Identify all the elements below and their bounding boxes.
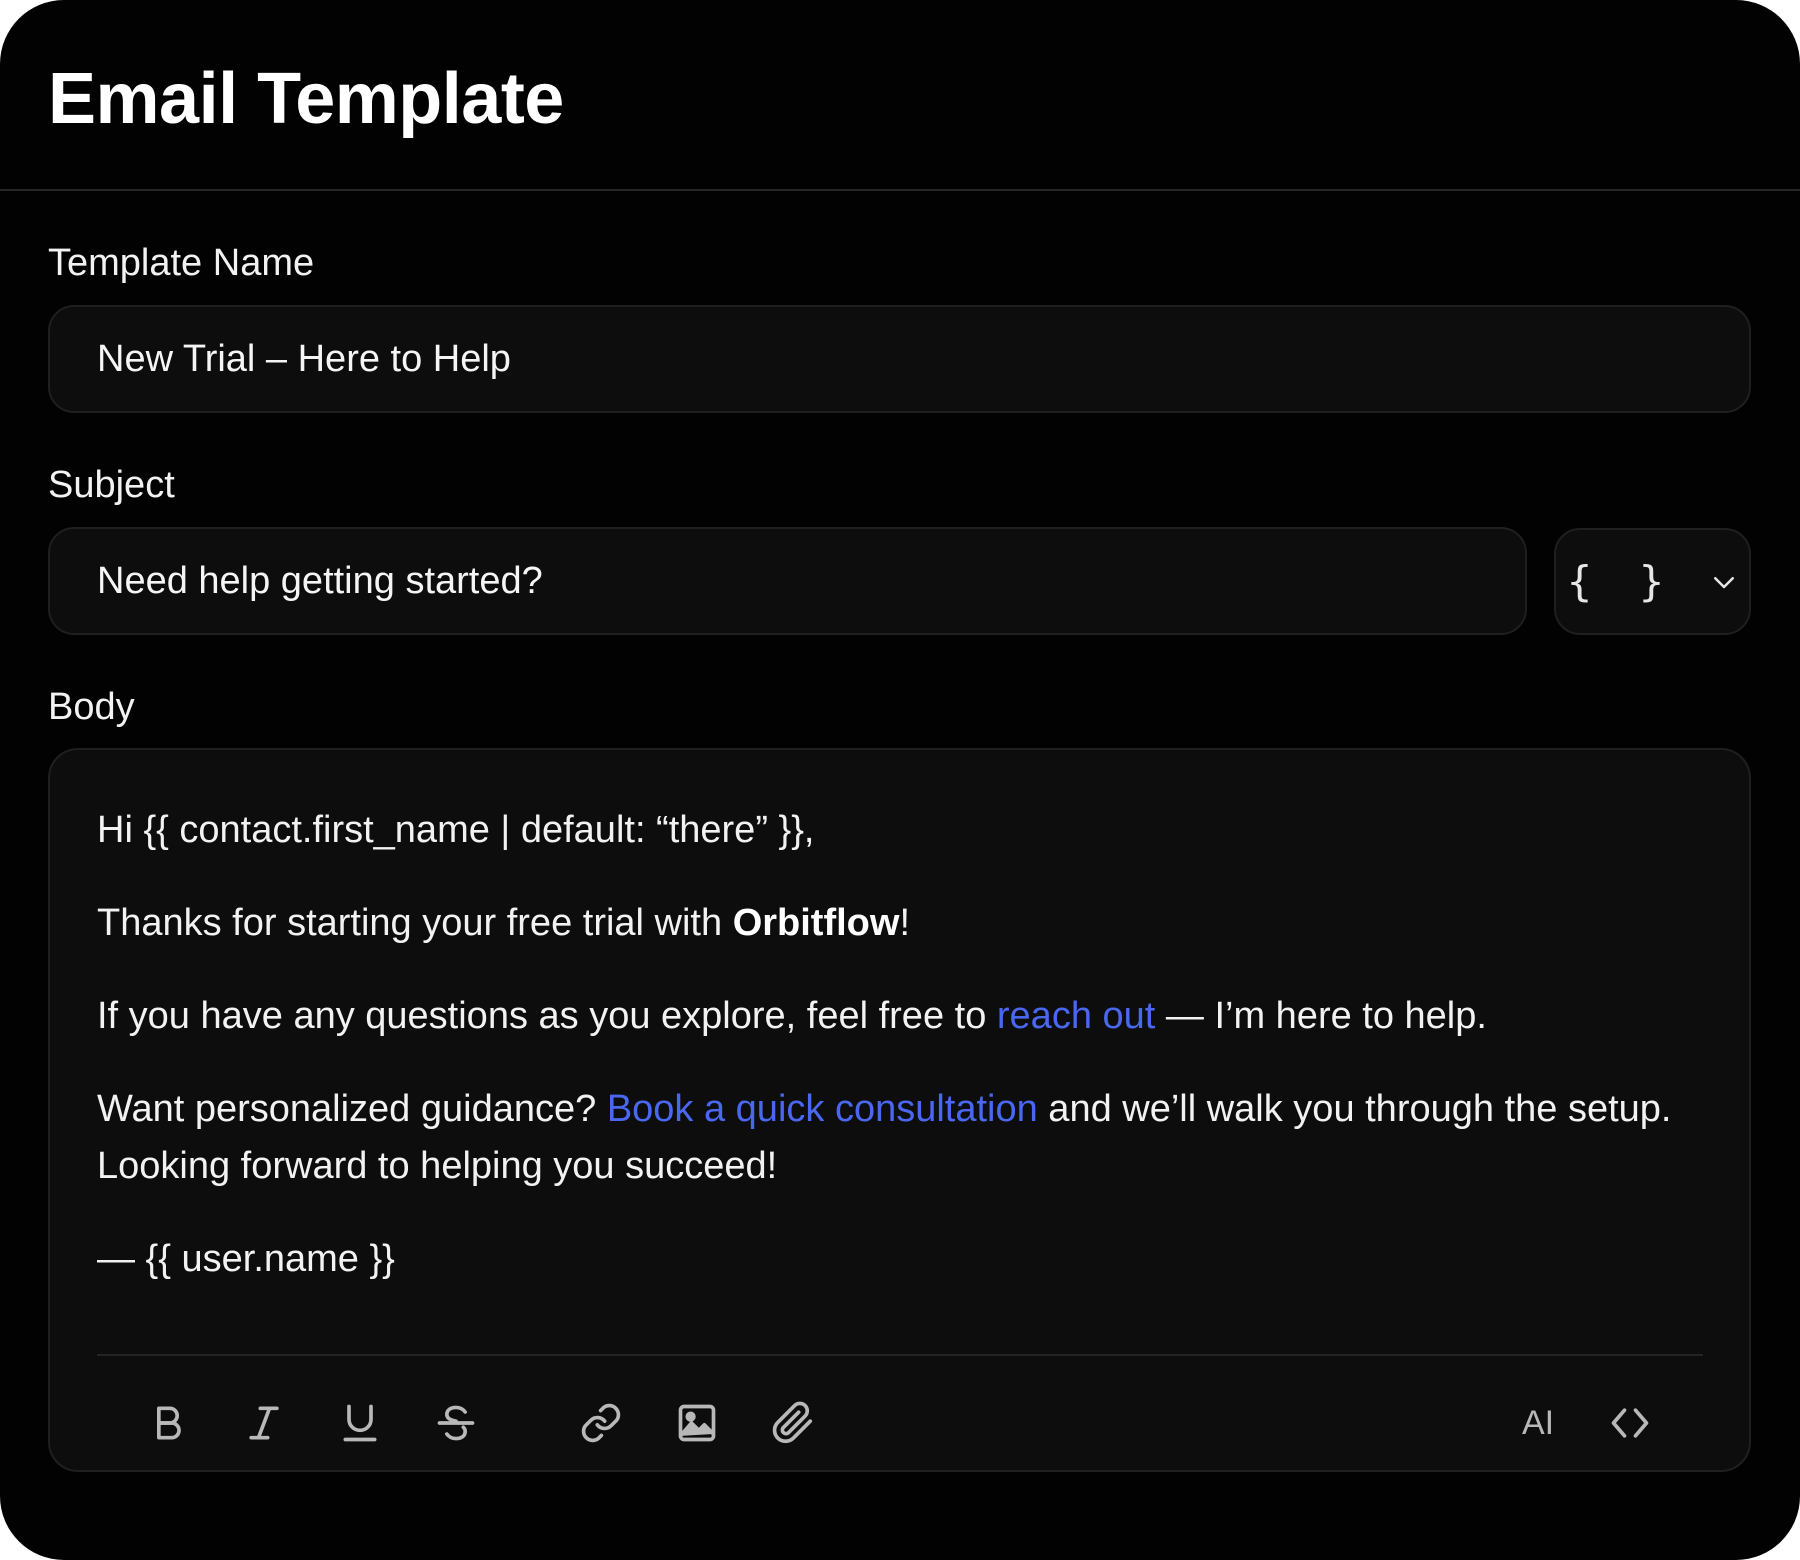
panel-header: Email Template — [0, 0, 1800, 191]
template-name-input[interactable]: New Trial – Here to Help — [48, 305, 1751, 413]
email-template-panel: Email Template Template Name New Trial –… — [0, 0, 1800, 1560]
link-icon — [581, 1403, 621, 1443]
subject-input[interactable]: Need help getting started? — [48, 527, 1527, 635]
italic-button[interactable] — [229, 1388, 299, 1458]
insert-link-button[interactable] — [566, 1388, 636, 1458]
ai-assist-button[interactable]: AI — [1503, 1388, 1573, 1458]
strikethrough-icon — [437, 1405, 475, 1441]
body-label: Body — [48, 686, 135, 728]
underline-button[interactable] — [325, 1388, 395, 1458]
chevron-down-icon — [1713, 576, 1734, 588]
body-content[interactable]: Hi {{ contact.first_name | default: “the… — [97, 802, 1709, 1288]
p1-end: ! — [899, 902, 911, 944]
insert-image-button[interactable] — [662, 1388, 732, 1458]
page-title: Email Template — [48, 59, 564, 139]
toolbar-divider — [97, 1354, 1703, 1356]
p2-text: If you have any questions as you explore… — [97, 995, 997, 1037]
code-icon — [1611, 1408, 1649, 1438]
subject-value: Need help getting started? — [97, 559, 543, 602]
brand-name: Orbitflow — [732, 902, 900, 944]
underline-icon — [343, 1404, 377, 1442]
bold-button[interactable] — [133, 1388, 203, 1458]
body-paragraph-1: Thanks for starting your free trial with… — [97, 895, 1709, 952]
signature-line: — {{ user.name }} — [97, 1238, 395, 1280]
image-icon — [678, 1404, 716, 1442]
italic-icon — [249, 1406, 279, 1440]
p1-text: Thanks for starting your free trial with — [97, 902, 733, 944]
subject-label: Subject — [48, 464, 175, 506]
greeting-line: Hi {{ contact.first_name | default: “the… — [97, 809, 815, 851]
book-consultation-link[interactable]: Book a quick consultation — [607, 1088, 1038, 1130]
braces-icon: { } — [1566, 557, 1681, 606]
reach-out-link[interactable]: reach out — [997, 995, 1155, 1037]
body-paragraph-2: If you have any questions as you explore… — [97, 988, 1709, 1045]
attach-file-button[interactable] — [758, 1388, 828, 1458]
template-name-label: Template Name — [48, 242, 315, 284]
body-paragraph-3: Want personalized guidance? Book a quick… — [97, 1081, 1709, 1195]
body-editor[interactable]: Hi {{ contact.first_name | default: “the… — [48, 748, 1751, 1472]
template-name-value: New Trial – Here to Help — [97, 337, 511, 380]
code-view-button[interactable] — [1595, 1388, 1665, 1458]
bold-icon — [157, 1406, 181, 1440]
strikethrough-button[interactable] — [421, 1388, 491, 1458]
attachment-icon — [772, 1401, 813, 1444]
p3-text: Want personalized guidance? — [97, 1088, 607, 1130]
p2-end: — I’m here to help. — [1155, 995, 1487, 1037]
insert-variable-button[interactable]: { } — [1554, 528, 1751, 635]
